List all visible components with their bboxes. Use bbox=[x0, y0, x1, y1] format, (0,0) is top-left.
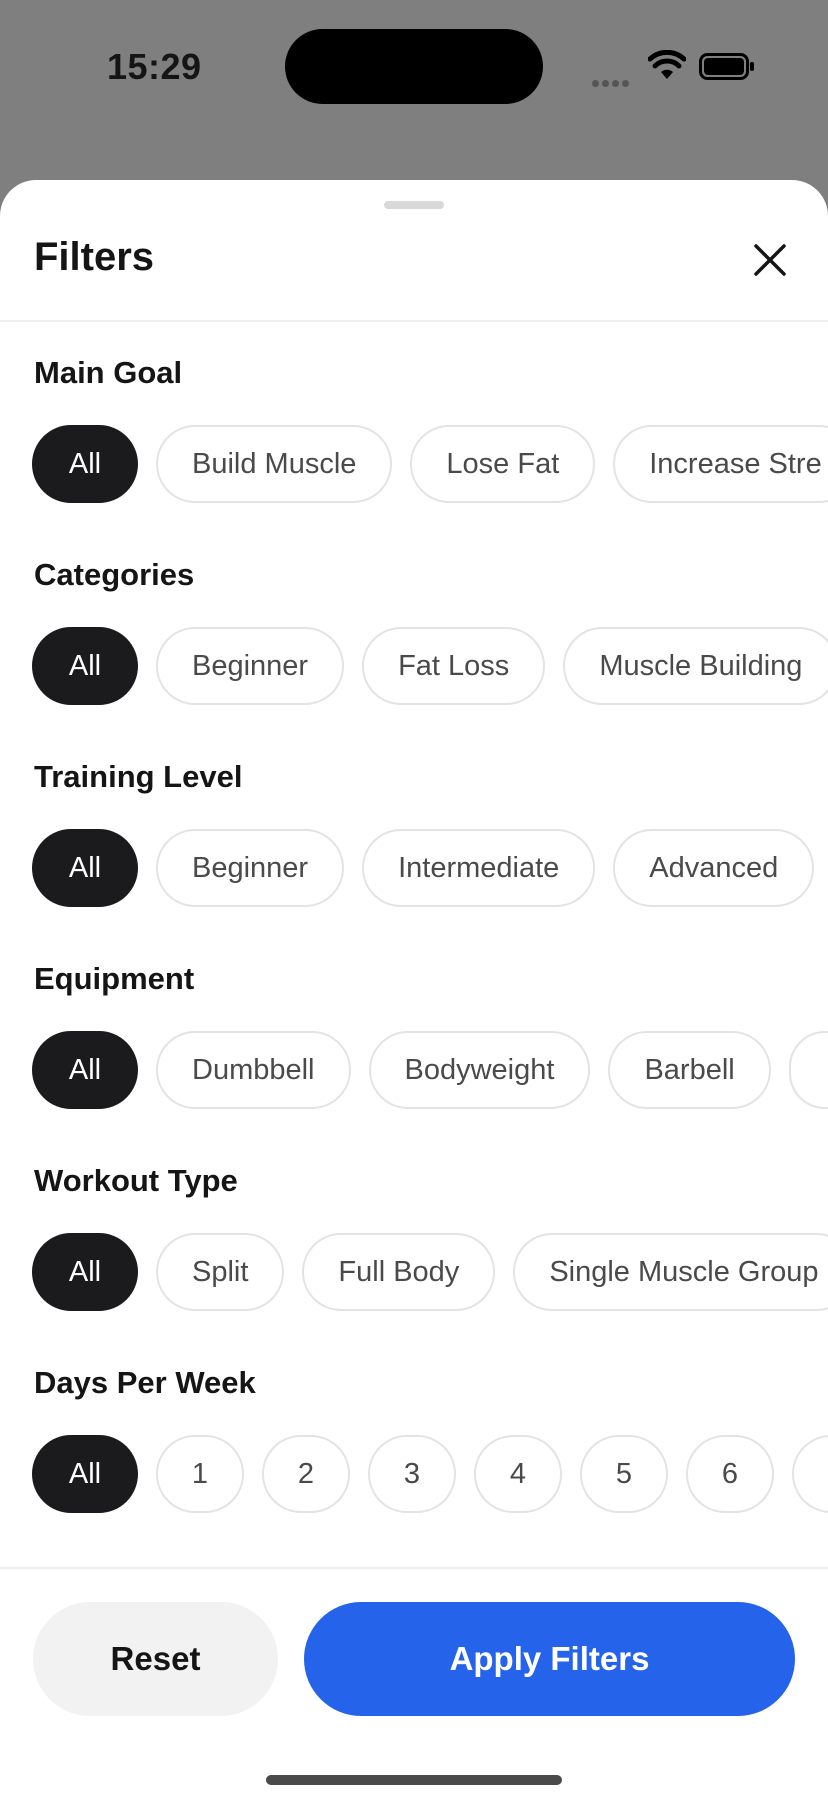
sheet-title: Filters bbox=[34, 235, 155, 279]
filter-chip[interactable]: 4 bbox=[474, 1435, 562, 1513]
filter-chip[interactable]: Build Muscle bbox=[156, 425, 393, 503]
home-indicator bbox=[266, 1775, 562, 1785]
filter-chip[interactable]: Beginner bbox=[156, 627, 345, 705]
status-bar: 15:29 bbox=[0, 0, 828, 180]
filter-chip[interactable]: Split bbox=[156, 1233, 285, 1311]
filter-section: Days Per Week All1234567 bbox=[0, 1365, 828, 1567]
filter-section: Training Level All Beginner Intermediate Adv… bbox=[0, 759, 828, 961]
filter-chip[interactable]: All bbox=[32, 627, 138, 705]
filter-chip[interactable]: Increase Stre bbox=[613, 425, 828, 503]
header-divider bbox=[0, 320, 828, 322]
filter-chip[interactable]: 3 bbox=[368, 1435, 456, 1513]
filter-section: Main Goal All Build Muscle Lose Fat Increase… bbox=[0, 355, 828, 557]
filter-chip-row[interactable]: All Beginner Fat Loss Muscle Building bbox=[32, 627, 828, 707]
reset-button[interactable]: Reset bbox=[33, 1602, 278, 1716]
footer-divider bbox=[0, 1567, 828, 1569]
sheet-grabber[interactable] bbox=[384, 201, 444, 209]
filter-section: Equipment All Dumbbell Bodyweight Barbell bbox=[0, 961, 828, 1163]
filter-sections: Main Goal All Build Muscle Lose Fat Increase… bbox=[0, 355, 828, 1567]
filter-chip-row[interactable]: All Beginner Intermediate Advanced bbox=[32, 829, 828, 909]
section-title: Categories bbox=[34, 557, 195, 592]
filters-sheet: Filters Main Goal All Build Muscle Lose Fat… bbox=[0, 180, 828, 1800]
wifi-icon bbox=[648, 50, 686, 79]
filter-chip-row[interactable]: All Split Full Body Single Muscle Group bbox=[32, 1233, 828, 1313]
filter-section: Workout Type All Split Full Body Single Musc… bbox=[0, 1163, 828, 1365]
filter-chip[interactable]: 7 bbox=[792, 1435, 828, 1513]
section-title: Equipment bbox=[34, 961, 195, 996]
filter-chip-row[interactable]: All1234567 bbox=[32, 1435, 828, 1515]
filter-chip[interactable] bbox=[788, 1031, 828, 1109]
filter-chip[interactable]: Muscle Building bbox=[563, 627, 828, 705]
apply-filters-button[interactable]: Apply Filters bbox=[304, 1602, 795, 1716]
battery-icon bbox=[699, 53, 754, 80]
filter-chip-row[interactable]: All Build Muscle Lose Fat Increase Stre bbox=[32, 425, 828, 505]
filter-chip[interactable]: Advanced bbox=[613, 829, 815, 907]
filter-chip[interactable]: 6 bbox=[686, 1435, 774, 1513]
status-time: 15:29 bbox=[107, 46, 202, 87]
filter-chip[interactable]: Beginner bbox=[156, 829, 345, 907]
filter-chip[interactable]: 5 bbox=[580, 1435, 668, 1513]
filter-chip[interactable]: Lose Fat bbox=[410, 425, 596, 503]
section-title: Workout Type bbox=[34, 1163, 238, 1198]
filter-section: Categories All Beginner Fat Loss Muscle Buil… bbox=[0, 557, 828, 759]
filter-chip[interactable]: Bodyweight bbox=[368, 1031, 591, 1109]
close-icon bbox=[754, 244, 786, 276]
section-title: Days Per Week bbox=[34, 1365, 256, 1400]
filter-chip[interactable]: Full Body bbox=[302, 1233, 496, 1311]
filter-chip[interactable]: All bbox=[32, 1031, 138, 1109]
filter-chip-row[interactable]: All Dumbbell Bodyweight Barbell bbox=[32, 1031, 828, 1111]
filter-chip[interactable]: Intermediate bbox=[362, 829, 596, 907]
section-title: Training Level bbox=[34, 759, 243, 794]
filter-chip[interactable]: All bbox=[32, 829, 138, 907]
filter-chip[interactable]: Dumbbell bbox=[156, 1031, 351, 1109]
filter-chip[interactable]: 1 bbox=[156, 1435, 244, 1513]
signal-icon bbox=[592, 74, 632, 92]
filter-chip[interactable]: Barbell bbox=[608, 1031, 771, 1109]
filter-chip[interactable]: 2 bbox=[262, 1435, 350, 1513]
close-button[interactable] bbox=[745, 235, 795, 285]
filter-chip[interactable]: Fat Loss bbox=[362, 627, 546, 705]
filter-chip[interactable]: Single Muscle Group bbox=[513, 1233, 828, 1311]
filter-chip[interactable]: All bbox=[32, 1435, 138, 1513]
filter-chip[interactable]: All bbox=[32, 1233, 138, 1311]
section-title: Main Goal bbox=[34, 355, 183, 390]
dynamic-island bbox=[285, 29, 543, 104]
filter-chip[interactable]: All bbox=[32, 425, 138, 503]
